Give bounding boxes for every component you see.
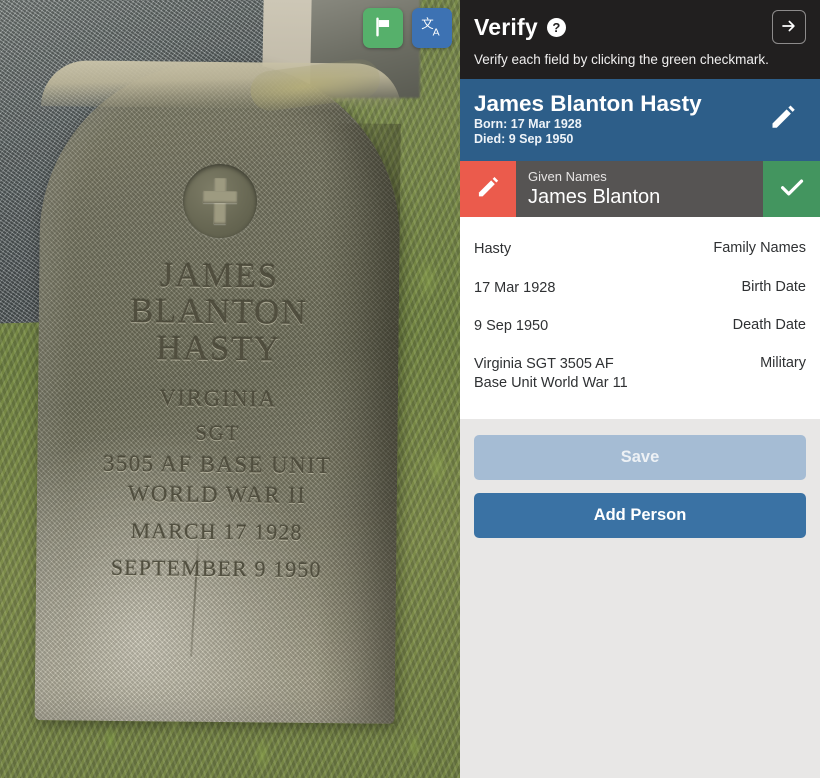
cross-icon [203, 178, 237, 224]
photo-action-buttons: 文 A [363, 8, 452, 48]
inscription-name-line-2: BLANTON [129, 291, 308, 333]
save-button[interactable]: Save [474, 435, 806, 480]
panel-actions: Save Add Person [460, 419, 820, 538]
active-field-given-names: Given Names James Blanton [460, 161, 820, 218]
translate-button[interactable]: 文 A [412, 8, 452, 48]
person-death: Died: 9 Sep 1950 [474, 132, 574, 147]
panel-header-row: Verify ? [474, 10, 806, 44]
edit-field-button[interactable] [460, 161, 516, 218]
person-summary: James Blanton Hasty Born: 17 Mar 1928 Di… [460, 79, 820, 162]
field-row-military[interactable]: Virginia SGT 3505 AF Base Unit World War… [474, 346, 806, 403]
checkmark-icon [777, 172, 807, 207]
person-name: James Blanton Hasty [474, 91, 702, 116]
headstone-inscription: JAMES BLANTON HASTY VIRGINIA SGT 3505 AF… [36, 255, 399, 582]
headstone: JAMES BLANTON HASTY VIRGINIA SGT 3505 AF… [34, 56, 402, 724]
inscription-war: WORLD WAR II [127, 480, 307, 508]
inscription-state: VIRGINIA [159, 385, 277, 412]
add-person-button[interactable]: Add Person [474, 493, 806, 538]
field-label: Military [760, 354, 806, 371]
field-list: Hasty Family Names 17 Mar 1928 Birth Dat… [460, 217, 820, 419]
field-label: Family Names [713, 240, 806, 257]
translate-icon: 文 A [420, 15, 444, 42]
field-label: Death Date [732, 316, 806, 333]
photo-canvas: JAMES BLANTON HASTY VIRGINIA SGT 3505 AF… [0, 0, 460, 778]
svg-text:A: A [433, 26, 440, 38]
person-birth: Born: 17 Mar 1928 [474, 116, 582, 131]
arrow-right-icon [780, 17, 798, 38]
inscription-name-line-3: HASTY [155, 328, 282, 369]
help-icon[interactable]: ? [546, 17, 566, 37]
inscription-name-line-1: JAMES [159, 255, 279, 296]
app-root: JAMES BLANTON HASTY VIRGINIA SGT 3505 AF… [0, 0, 820, 778]
verify-panel: Verify ? Verify each field by clicking t… [460, 0, 820, 778]
confirm-field-button[interactable] [763, 161, 820, 218]
active-field-label: Given Names [528, 169, 607, 185]
field-row-birth-date[interactable]: 17 Mar 1928 Birth Date [474, 270, 806, 308]
inscription-unit: 3505 AF BASE UNIT [102, 450, 332, 479]
inscription-rank: SGT [195, 420, 240, 446]
inscription-death-date: SEPTEMBER 9 1950 [110, 554, 322, 582]
field-value: 17 Mar 1928 [474, 279, 556, 296]
field-label: Birth Date [741, 278, 806, 295]
next-button[interactable] [772, 10, 806, 44]
field-value: Virginia SGT 3505 AF Base Unit World War… [474, 355, 628, 391]
field-row-death-date[interactable]: 9 Sep 1950 Death Date [474, 308, 806, 346]
inscription-birth-date: MARCH 17 1928 [130, 517, 303, 545]
flag-icon [372, 16, 394, 41]
panel-instruction: Verify each field by clicking the green … [474, 52, 769, 67]
field-value: Hasty [474, 241, 512, 258]
pencil-icon [768, 102, 798, 137]
field-row-family-names[interactable]: Hasty Family Names [474, 231, 806, 269]
panel-header: Verify ? Verify each field by clicking t… [460, 0, 820, 79]
pencil-icon [475, 174, 501, 205]
active-field-body[interactable]: Given Names James Blanton [516, 161, 763, 218]
active-field-value: James Blanton [528, 185, 661, 208]
edit-person-button[interactable] [760, 102, 806, 137]
latin-cross-emblem-icon [182, 163, 258, 239]
field-value: 9 Sep 1950 [474, 317, 549, 334]
person-info: James Blanton Hasty Born: 17 Mar 1928 Di… [474, 91, 760, 147]
headstone-photo: JAMES BLANTON HASTY VIRGINIA SGT 3505 AF… [0, 0, 460, 778]
page-title: Verify [474, 13, 538, 40]
flag-button[interactable] [363, 8, 403, 48]
